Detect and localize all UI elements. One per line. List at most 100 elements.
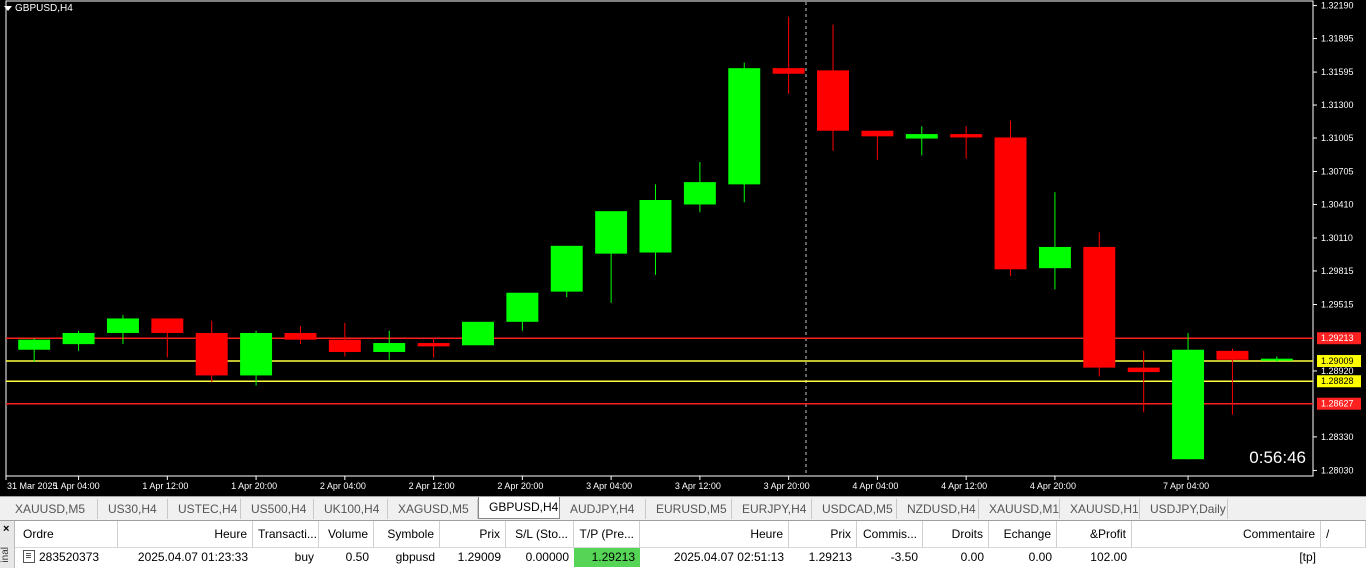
column-header-swap[interactable]: Echange — [989, 521, 1057, 548]
price-label: 1.28030 — [1321, 465, 1354, 475]
candle-body — [151, 318, 184, 333]
price-label: 1.30705 — [1321, 167, 1354, 177]
column-header-order[interactable]: Ordre — [15, 521, 118, 548]
candle-body — [506, 292, 539, 322]
candle-body — [373, 343, 406, 352]
tab-audjpy-h4[interactable]: AUDJPY,H4 — [560, 499, 646, 519]
table-cell-commission[interactable]: -3.50 — [857, 548, 923, 567]
tab-usdjpy-daily[interactable]: USDJPY,Daily — [1140, 499, 1228, 519]
candle-body — [683, 182, 716, 205]
tab-gbpusd-h4[interactable]: GBPUSD,H4 — [478, 497, 560, 519]
price-level-label: 1.29213 — [1321, 333, 1354, 343]
candle-body — [462, 321, 494, 346]
column-header-comment[interactable]: Commentaire — [1132, 521, 1321, 548]
price-chart[interactable]: 1.32190 1.31895 1.31595 1.31300 1.31005 1.307… — [0, 0, 1366, 496]
table-cell-volume[interactable]: 0.50 — [319, 548, 374, 567]
tab-eurjpy-h4[interactable]: EURJPY,H4 — [732, 499, 812, 519]
price-label: 1.30410 — [1321, 199, 1354, 209]
column-header-type[interactable]: Transacti... — [253, 521, 319, 548]
column-header-take-profit[interactable]: T/P (Pre... — [574, 521, 640, 548]
tab-usdcad-m5[interactable]: USDCAD,M5 — [812, 499, 897, 519]
terminal-side-label: inal — [0, 547, 11, 563]
candlestick-chart[interactable]: 1.32190 1.31895 1.31595 1.31300 1.31005 1.307… — [0, 0, 1366, 496]
table-cell-open-price[interactable]: 1.29009 — [440, 548, 506, 567]
price-label: 1.28920 — [1321, 366, 1354, 376]
column-header-stop-loss[interactable]: S/L (Sto... — [506, 521, 574, 548]
candle-body — [550, 245, 583, 292]
dropdown-triangle-icon[interactable] — [4, 6, 12, 11]
table-cell-swap[interactable]: 0.00 — [989, 548, 1057, 567]
table-cell-type[interactable]: buy — [253, 548, 319, 567]
candle-body — [106, 318, 139, 333]
tab-ustec-h4[interactable]: USTEC,H4 — [168, 499, 241, 519]
time-label: 4 Apr 20:00 — [1030, 481, 1076, 491]
column-header-open-time[interactable]: Heure — [118, 521, 253, 548]
table-cell-take-profit[interactable]: 1.29213 — [574, 548, 640, 567]
column-header-volume[interactable]: Volume — [319, 521, 374, 548]
tab-xagusd-m5[interactable]: XAGUSD,M5 — [388, 499, 478, 519]
table-cell-stop-loss[interactable]: 0.00000 — [506, 548, 574, 567]
table-cell-comment[interactable]: [tp] — [1132, 548, 1321, 567]
candle-body — [1260, 358, 1293, 361]
time-label: 1 Apr 04:00 — [54, 481, 100, 491]
candle-body — [595, 211, 628, 254]
time-label: 3 Apr 04:00 — [586, 481, 632, 491]
time-label: 31 Mar 2025 — [7, 481, 58, 491]
order-doc-icon — [23, 550, 35, 563]
tab-us500-h4[interactable]: US500,H4 — [241, 499, 314, 519]
tab-xauusd-m5[interactable]: XAUUSD,M5 — [5, 499, 98, 519]
tab-xauusd-h1[interactable]: XAUUSD,H1 — [1060, 499, 1140, 519]
candle-body — [417, 343, 450, 347]
tab-xauusd-m1[interactable]: XAUUSD,M1 — [979, 499, 1060, 519]
time-label: 7 Apr 04:00 — [1163, 481, 1209, 491]
tab-eurusd-m5[interactable]: EURUSD,M5 — [646, 499, 732, 519]
table-cell-symbol[interactable]: gbpusd — [374, 548, 440, 567]
candle-body — [1127, 367, 1160, 373]
price-label: 1.28330 — [1321, 432, 1354, 442]
candle-body — [639, 200, 672, 253]
time-label: 4 Apr 12:00 — [941, 481, 987, 491]
candle-body — [1172, 349, 1205, 460]
column-header-extra[interactable]: / — [1321, 521, 1366, 548]
chart-symbol-text: GBPUSD,H4 — [15, 3, 73, 14]
column-header-close-time[interactable]: Heure — [640, 521, 789, 548]
candle-body — [328, 339, 361, 352]
table-cell-profit[interactable]: 102.00 — [1057, 548, 1132, 567]
table-cell-close-price[interactable]: 1.29213 — [789, 548, 857, 567]
price-label: 1.30110 — [1321, 233, 1353, 243]
candle-body — [728, 68, 761, 185]
order-number: 283520373 — [39, 550, 100, 564]
tab-nzdusd-h4[interactable]: NZDUSD,H4 — [897, 499, 979, 519]
column-header-fees[interactable]: Droits — [923, 521, 989, 548]
candle-body — [950, 134, 983, 138]
table-cell-order[interactable]: 283520373 — [15, 548, 118, 567]
candle-body — [994, 137, 1027, 270]
bar-countdown: 0:56:46 — [1249, 448, 1306, 467]
price-label: 1.31595 — [1321, 67, 1354, 77]
column-header-profit[interactable]: &Profit — [1057, 521, 1132, 548]
price-level-label: 1.29009 — [1321, 356, 1354, 366]
column-header-open-price[interactable]: Prix — [440, 521, 506, 548]
column-header-commission[interactable]: Commis... — [857, 521, 923, 548]
price-label: 1.31300 — [1321, 100, 1354, 110]
time-label: 3 Apr 20:00 — [764, 481, 810, 491]
candle-body — [240, 332, 273, 376]
table-cell-fees[interactable]: 0.00 — [923, 548, 989, 567]
table-cell-open-time[interactable]: 2025.04.07 01:23:33 — [118, 548, 253, 567]
close-icon[interactable]: × — [3, 523, 9, 535]
table-cell-close-time[interactable]: 2025.04.07 02:51:13 — [640, 548, 789, 567]
candle-body — [284, 332, 317, 340]
time-label: 1 Apr 12:00 — [142, 481, 188, 491]
time-label: 2 Apr 04:00 — [320, 481, 366, 491]
chart-symbol-label[interactable]: GBPUSD,H4 — [4, 3, 73, 14]
terminal-panel: × inal Ordre 283520373 Heure 2025.04.07 01:… — [0, 520, 1366, 568]
column-header-symbol[interactable]: Symbole — [374, 521, 440, 548]
price-label: 1.31895 — [1321, 34, 1354, 44]
time-label: 3 Apr 12:00 — [675, 481, 721, 491]
tab-us30-h4[interactable]: US30,H4 — [98, 499, 168, 519]
price-label: 1.29515 — [1321, 299, 1354, 309]
time-label: 1 Apr 20:00 — [231, 481, 277, 491]
tab-uk100-h4[interactable]: UK100,H4 — [314, 499, 388, 519]
column-header-close-price[interactable]: Prix — [789, 521, 857, 548]
candle-body — [817, 70, 849, 131]
